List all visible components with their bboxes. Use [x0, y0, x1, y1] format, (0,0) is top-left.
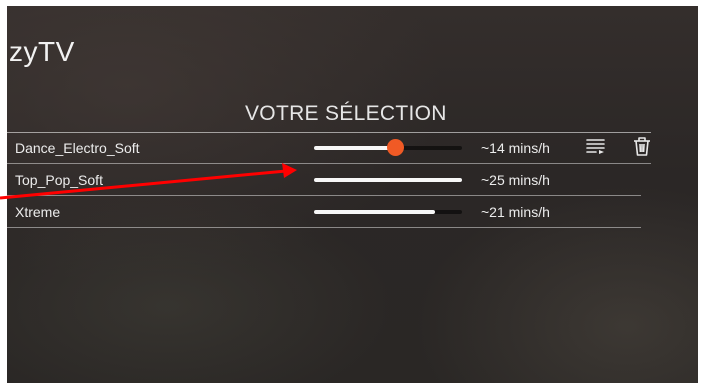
frequency-slider[interactable] [314, 210, 462, 214]
frequency-rate: ~21 mins/h [481, 204, 550, 220]
list-item[interactable]: Xtreme ~21 mins/h [7, 196, 641, 228]
slider-fill [314, 146, 396, 150]
row-divider [7, 227, 641, 228]
list-item[interactable]: Top_Pop_Soft ~25 mins/h [7, 164, 641, 196]
frequency-slider[interactable] [314, 178, 462, 182]
slider-thumb[interactable] [387, 139, 405, 156]
trash-icon[interactable] [630, 134, 654, 158]
frequency-rate: ~25 mins/h [481, 172, 550, 188]
playlist-name: Dance_Electro_Soft [15, 140, 140, 156]
playlist-reorder-icon[interactable] [584, 134, 608, 158]
app-window: zyTV VOTRE SÉLECTION Dance_Electro_Soft … [7, 6, 698, 383]
app-title: zyTV [9, 36, 75, 67]
section-title: VOTRE SÉLECTION [245, 102, 447, 125]
slider-fill [314, 210, 436, 214]
slider-fill [314, 178, 462, 182]
playlist-name: Xtreme [15, 204, 61, 220]
playlist-name: Top_Pop_Soft [15, 172, 103, 188]
list-item[interactable]: Dance_Electro_Soft ~14 mins/h [7, 132, 651, 164]
frequency-rate: ~14 mins/h [481, 140, 550, 156]
frequency-slider[interactable] [314, 139, 462, 156]
